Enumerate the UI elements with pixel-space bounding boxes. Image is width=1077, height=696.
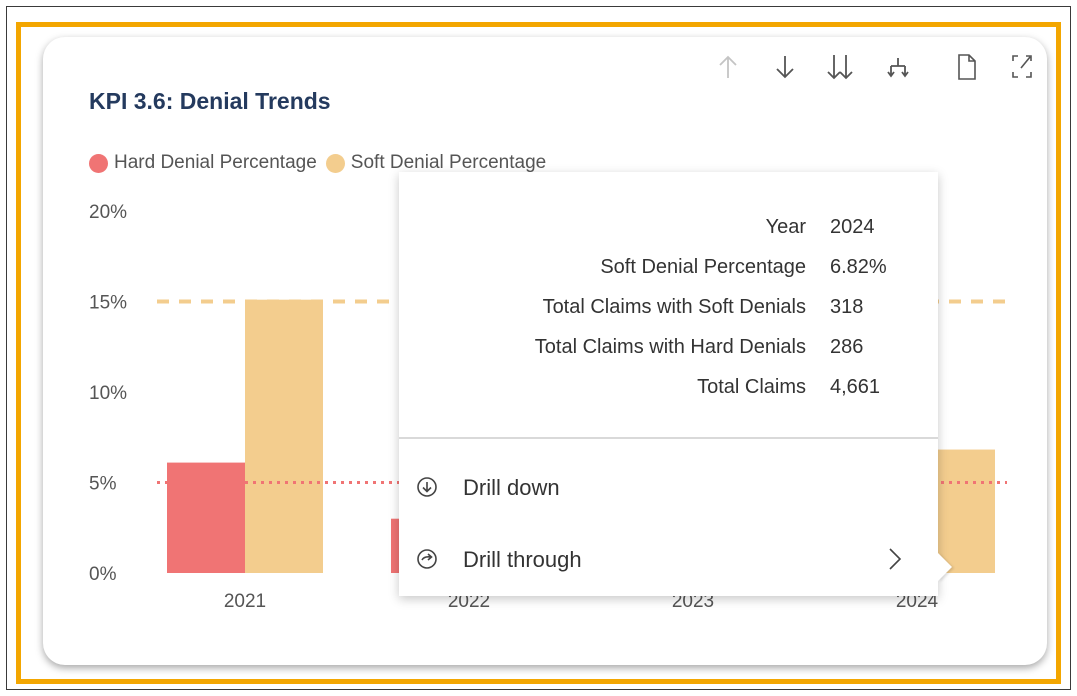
tooltip-label: Total Claims with Hard Denials [534,336,806,358]
data-tooltip: Year 2024 Soft Denial Percentage 6.82% Total… [399,172,938,596]
y-tick-label: 20% [89,202,127,223]
tooltip-value: 4,661 [830,376,881,398]
y-tick-label: 0% [89,564,117,585]
tooltip-label: Year [765,216,806,238]
tooltip-row: Soft Denial Percentage 6.82% [399,252,938,284]
menu-item-label: Drill down [463,475,560,500]
chevron-right-icon [887,546,903,578]
legend-marker [325,153,345,173]
drill-through-menu-item[interactable]: Drill through [399,532,938,588]
tooltip-row: Total Claims with Hard Denials 286 [399,332,938,364]
legend-label: Hard Denial Percentage [114,152,317,173]
bar-soft-denial-percentage-2021[interactable] [245,299,323,573]
y-tick-label: 15% [89,293,127,314]
tooltip-row: Total Claims with Soft Denials 318 [399,292,938,324]
visual-title: KPI 3.6: Denial Trends [89,88,331,114]
bar-hard-denial-percentage-2021[interactable] [167,462,245,573]
tooltip-row: Total Claims 4,661 [399,372,938,404]
legend-item[interactable]: Hard Denial Percentage [89,152,317,174]
legend-item[interactable]: Soft Denial Percentage [325,152,547,174]
arrow-up-icon[interactable] [715,52,741,82]
tooltip-value: 2024 [830,216,875,238]
legend-label: Soft Denial Percentage [350,152,547,173]
menu-item-label: Drill through [463,547,582,572]
tooltip-divider [399,437,938,439]
y-tick-label: 5% [89,474,117,495]
y-tick-label: 10% [89,383,127,404]
x-tick-label: 2021 [224,591,266,612]
export-data-icon[interactable] [954,52,980,82]
tooltip-label: Total Claims with Soft Denials [542,296,806,318]
drill-through-icon [415,547,439,577]
screenshot-stage: 0% 5% 10% 15% 20% 2021 2022 2023 2024 KPI 3.6: D… [0,0,1077,696]
focus-mode-icon[interactable] [1009,52,1035,82]
tooltip-value: 286 [830,336,864,358]
expand-hierarchy-icon[interactable] [885,52,911,82]
tooltip-value: 6.82% [830,256,887,278]
drill-down-menu-item[interactable]: Drill down [399,460,938,516]
tooltip-row: Year 2024 [399,212,938,244]
tooltip-value: 318 [830,296,864,318]
legend-marker [89,153,108,173]
double-arrow-down-icon[interactable] [825,52,853,82]
drill-down-icon [415,475,439,505]
tooltip-label: Soft Denial Percentage [600,256,806,278]
tooltip-pointer [938,553,952,581]
arrow-down-icon[interactable] [772,52,798,82]
tooltip-label: Total Claims [697,376,806,398]
